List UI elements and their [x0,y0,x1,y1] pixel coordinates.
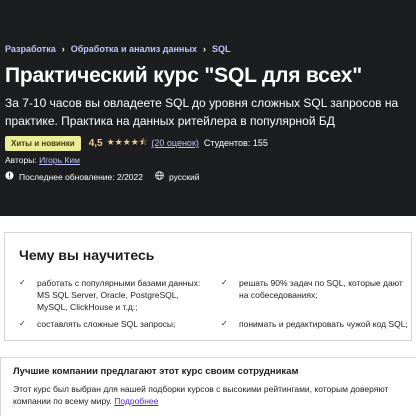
students-count: Студентов: 155 [203,138,268,148]
course-language: русский [168,171,200,182]
breadcrumb-item-development[interactable]: Разработка [5,44,56,54]
learn-item-text: составлять сложные SQL запросы; [37,319,176,329]
authors: Авторы: Игорь Ким [5,155,80,165]
check-icon: ✓ [221,319,228,328]
learn-item-text: решать 90% задач по SQL, которые дают на… [239,278,403,300]
learn-item: ✓ работать с популярными базами данных: … [19,277,207,313]
check-icon: ✓ [19,278,26,287]
top-companies-title: Лучшие компании предлагают этот курс сво… [13,366,299,377]
course-subtitle: За 7-10 часов вы овладеете SQL до уровня… [5,96,399,128]
course-info: Последнее обновление: 2/2022 русский [5,171,200,182]
bestseller-badge: Хиты и новинки [5,135,81,151]
breadcrumb: Разработка › Обработка и анализ данных ›… [5,44,231,54]
globe-icon [155,171,164,182]
learn-more-link[interactable]: Подробнее [114,396,158,406]
top-companies-text: Этот курс был выбран для нашей подборки … [13,383,408,407]
check-icon: ✓ [19,319,26,328]
chevron-right-icon: › [61,43,65,54]
learn-item: ✓ понимать и редактировать чужой код SQL… [221,318,409,330]
authors-label: Авторы: [5,155,37,165]
course-hero: Разработка › Обработка и анализ данных ›… [0,0,416,216]
learn-item-text: работать с популярными базами данных: MS… [37,278,201,312]
star-rating-icon: ★★★★⯪ [106,137,148,147]
rating-count-link[interactable]: (20 оценок) [151,138,198,148]
author-link[interactable]: Игорь Ким [39,155,80,165]
alert-badge-icon [5,171,14,182]
learn-item: ✓ составлять сложные SQL запросы; [19,318,207,330]
top-companies-box: Лучшие компании предлагают этот курс сво… [0,357,416,416]
chevron-right-icon: › [203,43,207,54]
learn-item: ✓ решать 90% задач по SQL, которые дают … [221,277,409,301]
top-companies-description: Этот курс был выбран для нашей подборки … [13,384,389,406]
what-you-learn-title: Чему вы научитесь [19,247,155,263]
learn-item-text: понимать и редактировать чужой код SQL; [239,319,408,329]
breadcrumb-item-data-analysis[interactable]: Обработка и анализ данных [71,44,197,54]
rating-value: 4,5 [88,137,103,149]
last-update: Последнее обновление: 2/2022 [19,171,143,182]
course-title: Практический курс "SQL для всех" [5,64,363,87]
check-icon: ✓ [221,278,228,287]
what-you-learn-box: Чему вы научитесь ✓ работать с популярны… [4,232,412,341]
course-meta: Хиты и новинки 4,5 ★★★★⯪ (20 оценок) Сту… [5,135,268,151]
breadcrumb-item-sql[interactable]: SQL [212,44,231,54]
